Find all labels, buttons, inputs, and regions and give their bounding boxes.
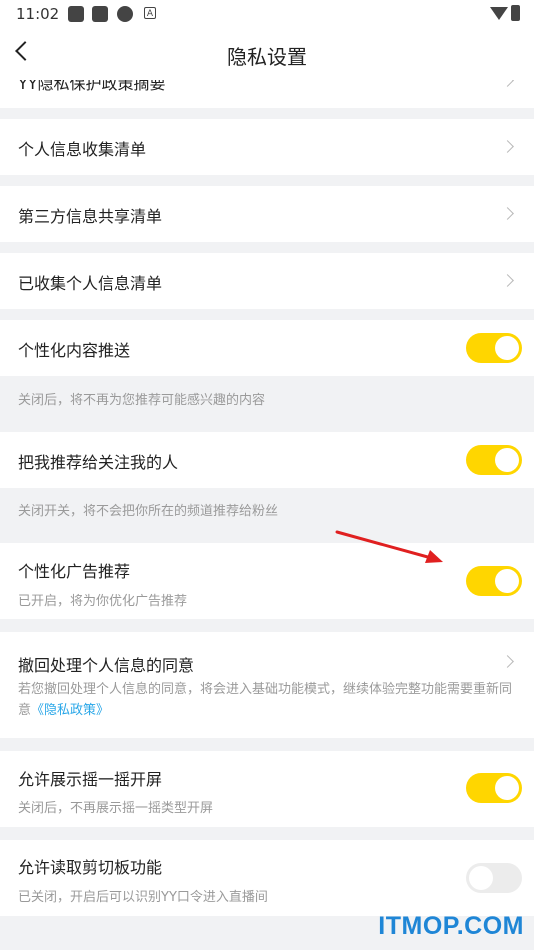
list-item-recommend-to-followers: 把我推荐给关注我的人 xyxy=(0,432,534,488)
list-item-shake-screen: 允许展示摇一摇开屏 关闭后，不再展示摇一摇类型开屏 xyxy=(0,751,534,827)
toggle-knob xyxy=(495,569,519,593)
recommend-to-followers-toggle[interactable] xyxy=(466,445,522,475)
chevron-right-icon xyxy=(501,80,514,87)
list-item-collected-list[interactable]: 已收集个人信息清单 xyxy=(0,253,534,309)
item-desc: 关闭后，不再展示摇一摇类型开屏 xyxy=(18,801,214,816)
watermark-logo: ITMOP.COM xyxy=(378,912,524,940)
notification-icon xyxy=(68,6,84,22)
item-label: 撤回处理个人信息的同意 xyxy=(18,656,195,675)
privacy-policy-link[interactable]: 《隐私政策》 xyxy=(31,703,109,718)
item-label: YY隐私保护政策摘要 xyxy=(18,80,166,93)
chevron-right-icon xyxy=(501,274,514,287)
wifi-icon xyxy=(490,7,508,20)
item-label: 已收集个人信息清单 xyxy=(18,274,163,293)
item-label: 允许读取剪切板功能 xyxy=(18,858,163,877)
item-label: 第三方信息共享清单 xyxy=(18,207,163,226)
personalized-content-note: 关闭后，将不再为您推荐可能感兴趣的内容 xyxy=(18,393,266,408)
personalized-content-toggle[interactable] xyxy=(466,333,522,363)
a-icon: A xyxy=(144,7,156,19)
toggle-knob xyxy=(469,866,493,890)
chevron-right-icon xyxy=(501,655,514,668)
status-bar: 11:02 A xyxy=(0,0,534,28)
item-desc: 若您撤回处理个人信息的同意，将会进入基础功能模式，继续体验完整功能需要重新同意《… xyxy=(18,679,516,721)
status-time: 11:02 xyxy=(16,5,60,23)
list-item-personalized-content: 个性化内容推送 xyxy=(0,320,534,376)
notification-icon xyxy=(92,6,108,22)
battery-icon xyxy=(511,5,520,21)
clipboard-toggle[interactable] xyxy=(466,863,522,893)
item-label: 把我推荐给关注我的人 xyxy=(18,453,179,472)
item-desc: 已开启，将为你优化广告推荐 xyxy=(18,594,188,609)
top-bar: 隐私设置 xyxy=(0,28,534,80)
item-label: 允许展示摇一摇开屏 xyxy=(18,770,163,789)
item-label: 个人信息收集清单 xyxy=(18,140,147,159)
list-item-personalized-ads: 个性化广告推荐 已开启，将为你优化广告推荐 xyxy=(0,543,534,619)
list-item-revoke-consent[interactable]: 撤回处理个人信息的同意 若您撤回处理个人信息的同意，将会进入基础功能模式，继续体… xyxy=(0,632,534,738)
toggle-knob xyxy=(495,448,519,472)
app-icon xyxy=(117,6,133,22)
list-item-share-list[interactable]: 第三方信息共享清单 xyxy=(0,186,534,242)
list-item-collect-list[interactable]: 个人信息收集清单 xyxy=(0,119,534,175)
recommend-note: 关闭开关，将不会把你所在的频道推荐给粉丝 xyxy=(18,504,279,519)
page-title: 隐私设置 xyxy=(227,45,307,69)
personalized-ads-toggle[interactable] xyxy=(466,566,522,596)
list-item-clipboard: 允许读取剪切板功能 已关闭，开启后可以识别YY口令进入直播间 xyxy=(0,840,534,916)
chevron-right-icon xyxy=(501,207,514,220)
item-label: 个性化内容推送 xyxy=(18,341,131,360)
chevron-right-icon xyxy=(501,140,514,153)
annotation-arrow-icon xyxy=(335,530,443,563)
shake-screen-toggle[interactable] xyxy=(466,773,522,803)
toggle-knob xyxy=(495,336,519,360)
item-desc: 已关闭，开启后可以识别YY口令进入直播间 xyxy=(18,890,268,905)
toggle-knob xyxy=(495,776,519,800)
item-label: 个性化广告推荐 xyxy=(18,562,131,581)
list-item-summary[interactable]: YY隐私保护政策摘要 xyxy=(0,80,534,108)
